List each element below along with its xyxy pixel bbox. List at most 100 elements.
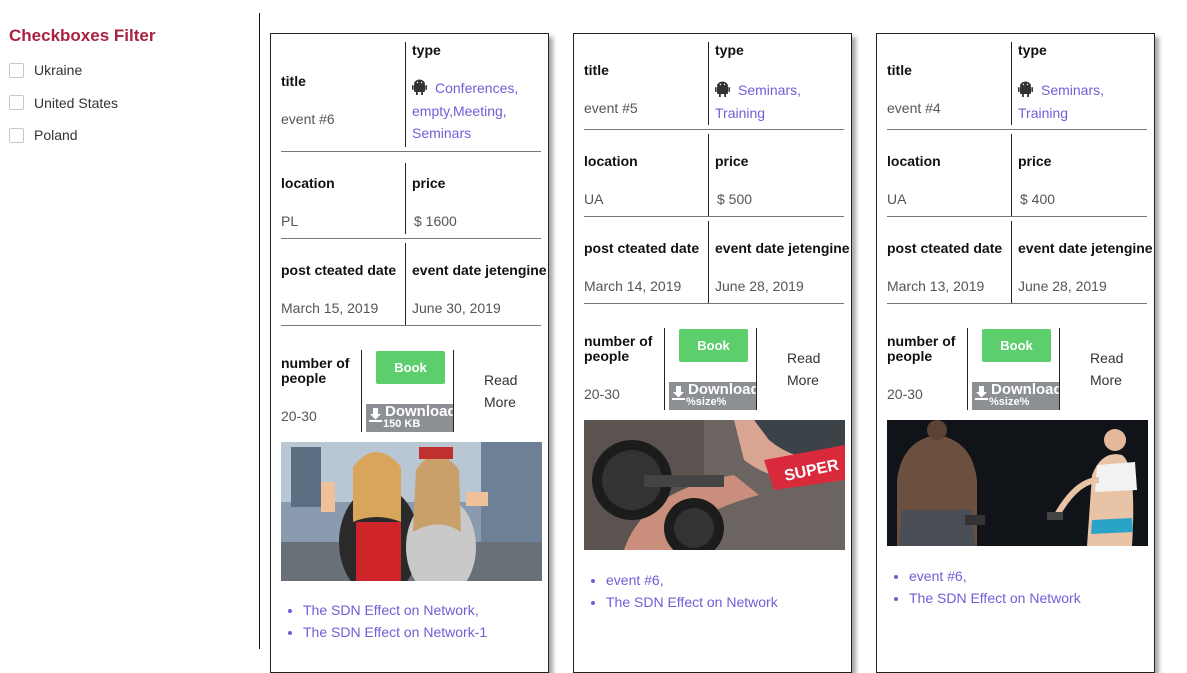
price-label: price bbox=[412, 175, 446, 191]
filter-option-poland[interactable]: Poland bbox=[9, 119, 249, 152]
download-size: %size% bbox=[989, 396, 1030, 408]
people-label: number of people bbox=[281, 355, 350, 386]
filter-option-label: Ukraine bbox=[34, 62, 83, 79]
download-size: %size% bbox=[686, 396, 727, 408]
download-button[interactable]: Download 150 KB bbox=[366, 403, 457, 432]
dates-row: post cteated date March 14, 2019 event d… bbox=[584, 216, 850, 304]
event-card: title event #5 type Seminars, Training l… bbox=[573, 33, 852, 673]
title-label: title bbox=[584, 62, 609, 78]
type-link[interactable]: Training bbox=[1018, 105, 1068, 121]
people-actions-row: number of people 20-30 Book Download 150… bbox=[281, 350, 541, 434]
android-icon bbox=[1018, 81, 1033, 102]
related-link[interactable]: The SDN Effect on Network-1 bbox=[303, 621, 487, 643]
sidebar-divider bbox=[259, 13, 260, 649]
title-label: title bbox=[281, 73, 306, 89]
type-link[interactable]: Training bbox=[715, 105, 765, 121]
event-date-value: June 30, 2019 bbox=[412, 300, 501, 316]
checkbox[interactable] bbox=[9, 95, 24, 111]
type-label: type bbox=[715, 42, 744, 58]
android-icon bbox=[412, 79, 427, 100]
dates-row: post cteated date March 13, 2019 event d… bbox=[887, 216, 1153, 304]
read-more-link[interactable]: Read More bbox=[484, 369, 524, 413]
filter-option-label: Poland bbox=[34, 127, 78, 144]
type-label: type bbox=[1018, 42, 1047, 58]
book-button[interactable]: Book bbox=[376, 351, 445, 384]
checkbox[interactable] bbox=[9, 127, 24, 143]
book-label: Book bbox=[1000, 338, 1033, 353]
post-created-label: post cteated date bbox=[887, 240, 1003, 256]
related-link[interactable]: event #6, bbox=[606, 569, 778, 591]
title-type-row: title event #6 type Conferences, empty,M… bbox=[281, 42, 541, 152]
dates-row: post cteated date March 15, 2019 event d… bbox=[281, 238, 547, 326]
filter-option-united-states[interactable]: United States bbox=[9, 87, 249, 120]
price-value: $ 500 bbox=[717, 191, 753, 207]
related-link[interactable]: event #6, bbox=[909, 565, 1081, 587]
related-link[interactable]: The SDN Effect on Network bbox=[909, 587, 1081, 609]
event-date-label: event date jetengine bbox=[1018, 240, 1153, 256]
title-type-row: title event #5 type Seminars, Training bbox=[584, 42, 844, 130]
type-link[interactable]: Seminars bbox=[412, 125, 471, 141]
title-value: event #5 bbox=[584, 100, 638, 116]
price-label: price bbox=[715, 153, 749, 169]
title-value: event #6 bbox=[281, 111, 335, 127]
post-created-value: March 15, 2019 bbox=[281, 300, 379, 316]
checkbox[interactable] bbox=[9, 62, 24, 78]
related-links: event #6, The SDN Effect on Network bbox=[889, 565, 1081, 609]
location-label: location bbox=[887, 153, 941, 169]
download-icon bbox=[369, 408, 382, 427]
location-price-row: location UA price $ 500 bbox=[584, 129, 844, 217]
event-date-label: event date jetengine bbox=[412, 262, 547, 278]
related-links: event #6, The SDN Effect on Network bbox=[586, 569, 778, 613]
download-icon bbox=[975, 386, 988, 405]
event-date-value: June 28, 2019 bbox=[715, 278, 804, 294]
type-link[interactable]: Seminars, bbox=[738, 82, 801, 98]
event-photo bbox=[887, 420, 1148, 546]
people-label: number of people bbox=[584, 333, 653, 364]
filter-option-label: United States bbox=[34, 94, 119, 111]
people-actions-row: number of people 20-30 Book Download %si… bbox=[584, 328, 844, 412]
type-link[interactable]: Meeting, bbox=[453, 103, 507, 119]
checkboxes-filter: Checkboxes Filter Ukraine United States … bbox=[9, 26, 249, 152]
title-label: title bbox=[887, 62, 912, 78]
location-value: PL bbox=[281, 213, 299, 229]
read-more-link[interactable]: Read More bbox=[787, 347, 827, 391]
related-link[interactable]: The SDN Effect on Network bbox=[606, 591, 778, 613]
book-label: Book bbox=[697, 338, 730, 353]
book-button[interactable]: Book bbox=[982, 329, 1051, 362]
price-value: $ 1600 bbox=[414, 213, 457, 229]
download-icon bbox=[672, 386, 685, 405]
people-value: 20-30 bbox=[281, 408, 317, 424]
related-links: The SDN Effect on Network, The SDN Effec… bbox=[283, 599, 487, 643]
location-price-row: location PL price $ 1600 bbox=[281, 163, 541, 239]
people-value: 20-30 bbox=[584, 386, 620, 402]
event-card: title event #6 type Conferences, empty,M… bbox=[270, 33, 549, 673]
price-label: price bbox=[1018, 153, 1052, 169]
related-link[interactable]: The SDN Effect on Network, bbox=[303, 599, 487, 621]
post-created-value: March 13, 2019 bbox=[887, 278, 985, 294]
location-label: location bbox=[281, 175, 335, 191]
type-link[interactable]: Conferences, bbox=[435, 80, 518, 96]
location-label: location bbox=[584, 153, 638, 169]
type-link[interactable]: empty, bbox=[412, 103, 453, 119]
type-link[interactable]: Seminars, bbox=[1041, 82, 1104, 98]
book-label: Book bbox=[394, 360, 427, 375]
people-label: number of people bbox=[887, 333, 956, 364]
download-size: 150 KB bbox=[383, 418, 421, 430]
event-date-label: event date jetengine bbox=[715, 240, 850, 256]
location-price-row: location UA price $ 400 bbox=[887, 129, 1147, 217]
download-button[interactable]: Download %size% bbox=[972, 381, 1063, 410]
event-card: title event #4 type Seminars, Training l… bbox=[876, 33, 1155, 673]
title-value: event #4 bbox=[887, 100, 941, 116]
location-value: UA bbox=[887, 191, 907, 207]
android-icon bbox=[715, 81, 730, 102]
filter-option-ukraine[interactable]: Ukraine bbox=[9, 54, 249, 87]
event-photo bbox=[281, 442, 542, 581]
post-created-value: March 14, 2019 bbox=[584, 278, 682, 294]
location-value: UA bbox=[584, 191, 604, 207]
price-value: $ 400 bbox=[1020, 191, 1056, 207]
download-button[interactable]: Download %size% bbox=[669, 381, 760, 410]
book-button[interactable]: Book bbox=[679, 329, 748, 362]
read-more-link[interactable]: Read More bbox=[1090, 347, 1130, 391]
people-actions-row: number of people 20-30 Book Download %si… bbox=[887, 328, 1147, 412]
event-date-value: June 28, 2019 bbox=[1018, 278, 1107, 294]
